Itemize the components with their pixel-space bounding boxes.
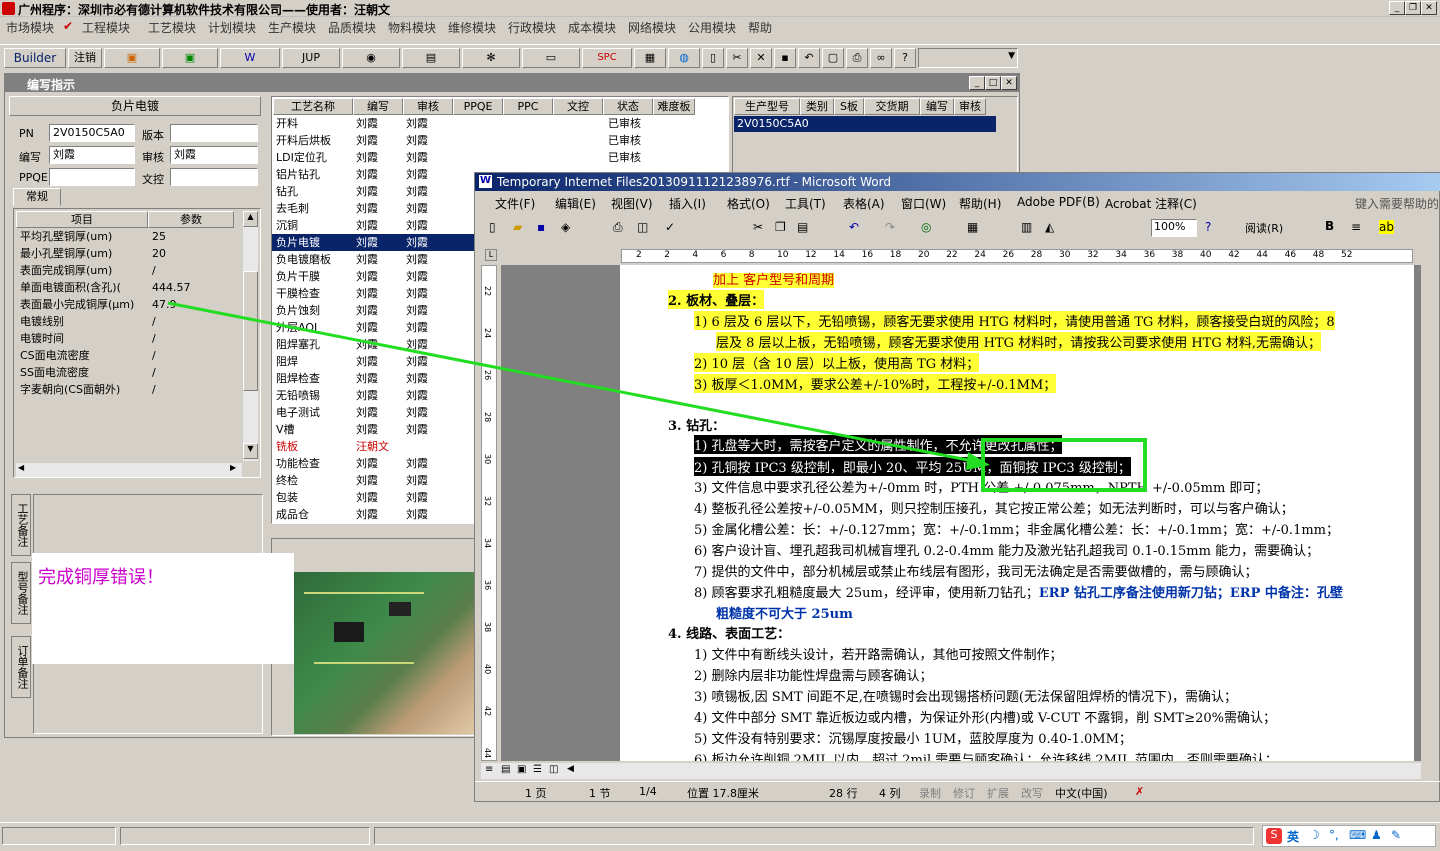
annotation-highlight-box: [981, 438, 1147, 492]
annotation-arrow-line: [167, 301, 979, 464]
wrench-icon[interactable]: ✎: [1391, 828, 1401, 842]
ime-toolbar[interactable]: S 英 ☽ °, ⌨ ♟ ✎: [1262, 825, 1436, 847]
status-cell: [374, 827, 1254, 845]
annotation-overlay: [167, 301, 1147, 492]
status-cell: [120, 827, 370, 845]
sogou-icon[interactable]: S: [1266, 828, 1282, 844]
ime-mode[interactable]: 英: [1287, 828, 1299, 845]
user-icon[interactable]: ♟: [1371, 828, 1382, 842]
punct-icon[interactable]: °,: [1329, 828, 1339, 842]
annotation-arrowhead: [966, 452, 990, 470]
moon-icon[interactable]: ☽: [1309, 828, 1320, 842]
main-status-bar: S 英 ☽ °, ⌨ ♟ ✎: [0, 822, 1440, 851]
keyboard-icon[interactable]: ⌨: [1349, 828, 1366, 842]
status-cell: [2, 827, 116, 845]
